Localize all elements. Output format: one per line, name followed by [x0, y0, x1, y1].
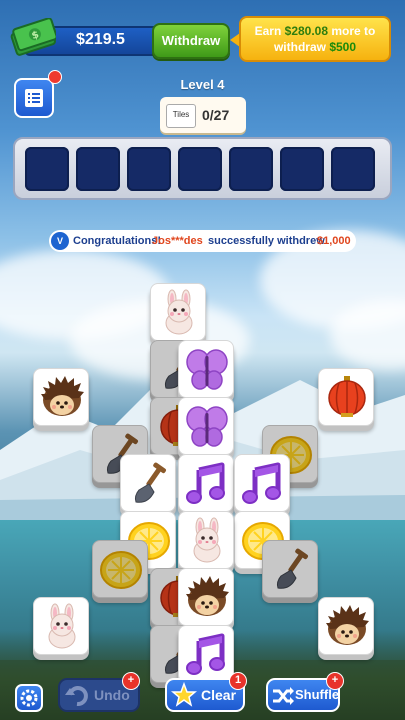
- tray-slot: [76, 147, 120, 191]
- notice-text-b: successfully withdrew: [208, 235, 325, 247]
- tile-hedgehog[interactable]: [33, 368, 89, 426]
- bunny-icon: [165, 289, 193, 335]
- butterfly-icon: [186, 406, 228, 447]
- tiles-chip: Tiles: [166, 104, 196, 128]
- tray-slot: [127, 147, 171, 191]
- tray-slot: [280, 147, 324, 191]
- tile-music-note[interactable]: [234, 454, 290, 512]
- music-note-icon: [186, 633, 225, 675]
- settings-button[interactable]: [15, 684, 43, 712]
- undo-arrow-icon: [65, 686, 88, 707]
- shovel-icon: [134, 462, 166, 503]
- shuffle-add-badge: +: [326, 672, 344, 690]
- tile-counter: Tiles 0/27: [160, 97, 246, 133]
- cash-amount: $219.5: [76, 31, 125, 48]
- tray-slot: [178, 147, 222, 191]
- music-note-icon: [242, 462, 281, 504]
- bunny-icon: [48, 603, 76, 649]
- withdraw-notice-banner: V Congratulations! Jos***des successfull…: [49, 230, 356, 252]
- bunny-icon: [193, 517, 221, 563]
- tile-slot-tray: [13, 137, 392, 200]
- tray-slot: [331, 147, 375, 191]
- earn-middle: more to: [331, 24, 376, 38]
- tile-butterfly[interactable]: [178, 340, 234, 398]
- tile-bunny[interactable]: [150, 283, 206, 341]
- tile-bunny[interactable]: [178, 511, 234, 569]
- tile-shovel[interactable]: [120, 454, 176, 512]
- undo-add-badge: +: [122, 672, 140, 690]
- tile-music-note[interactable]: [178, 625, 234, 683]
- withdraw-button[interactable]: Withdraw: [152, 23, 230, 59]
- level-title: Level 4: [180, 77, 225, 92]
- earn-prefix: Earn: [254, 24, 282, 38]
- tile-music-note[interactable]: [178, 454, 234, 512]
- tray-slot: [229, 147, 273, 191]
- verified-icon: V: [51, 232, 69, 250]
- hedgehog-icon: [186, 576, 229, 616]
- tile-bunny[interactable]: [33, 597, 89, 655]
- clear-count-badge: 1: [229, 672, 247, 690]
- cash-stack-icon: $: [10, 18, 56, 56]
- earn-target: $500: [329, 40, 357, 54]
- tile-lemon: [92, 540, 148, 598]
- lantern-icon: [328, 376, 366, 417]
- hedgehog-icon: [326, 605, 369, 645]
- earn-progress-tooltip: Earn $280.08 more to withdraw $500: [239, 16, 391, 62]
- tile-lantern[interactable]: [318, 368, 374, 426]
- undo-button[interactable]: Undo +: [58, 672, 140, 712]
- clear-button[interactable]: Clear 1: [165, 672, 247, 712]
- shuffle-icon: [273, 687, 294, 705]
- tray-slot: [25, 147, 69, 191]
- tile-progress: 0/27: [202, 107, 230, 123]
- notice-text-a: Congratulations!: [73, 235, 161, 247]
- clear-star-icon: [171, 682, 197, 707]
- shuffle-button[interactable]: Shuffle +: [266, 672, 344, 712]
- gear-icon: [20, 689, 38, 707]
- tile-hedgehog[interactable]: [178, 568, 234, 626]
- butterfly-icon: [186, 349, 228, 390]
- hedgehog-icon: [41, 376, 84, 416]
- earn-suffix: withdraw: [273, 40, 326, 54]
- earn-amount: $280.08: [284, 24, 329, 38]
- lemon-icon: [100, 551, 142, 589]
- notice-amount: $1,000: [317, 235, 351, 247]
- tile-hedgehog[interactable]: [318, 597, 374, 655]
- notice-user: Jos***des: [152, 235, 203, 247]
- music-note-icon: [186, 462, 225, 504]
- tile-butterfly[interactable]: [178, 397, 234, 455]
- shovel-icon: [276, 548, 308, 589]
- tile-shovel: [262, 540, 318, 598]
